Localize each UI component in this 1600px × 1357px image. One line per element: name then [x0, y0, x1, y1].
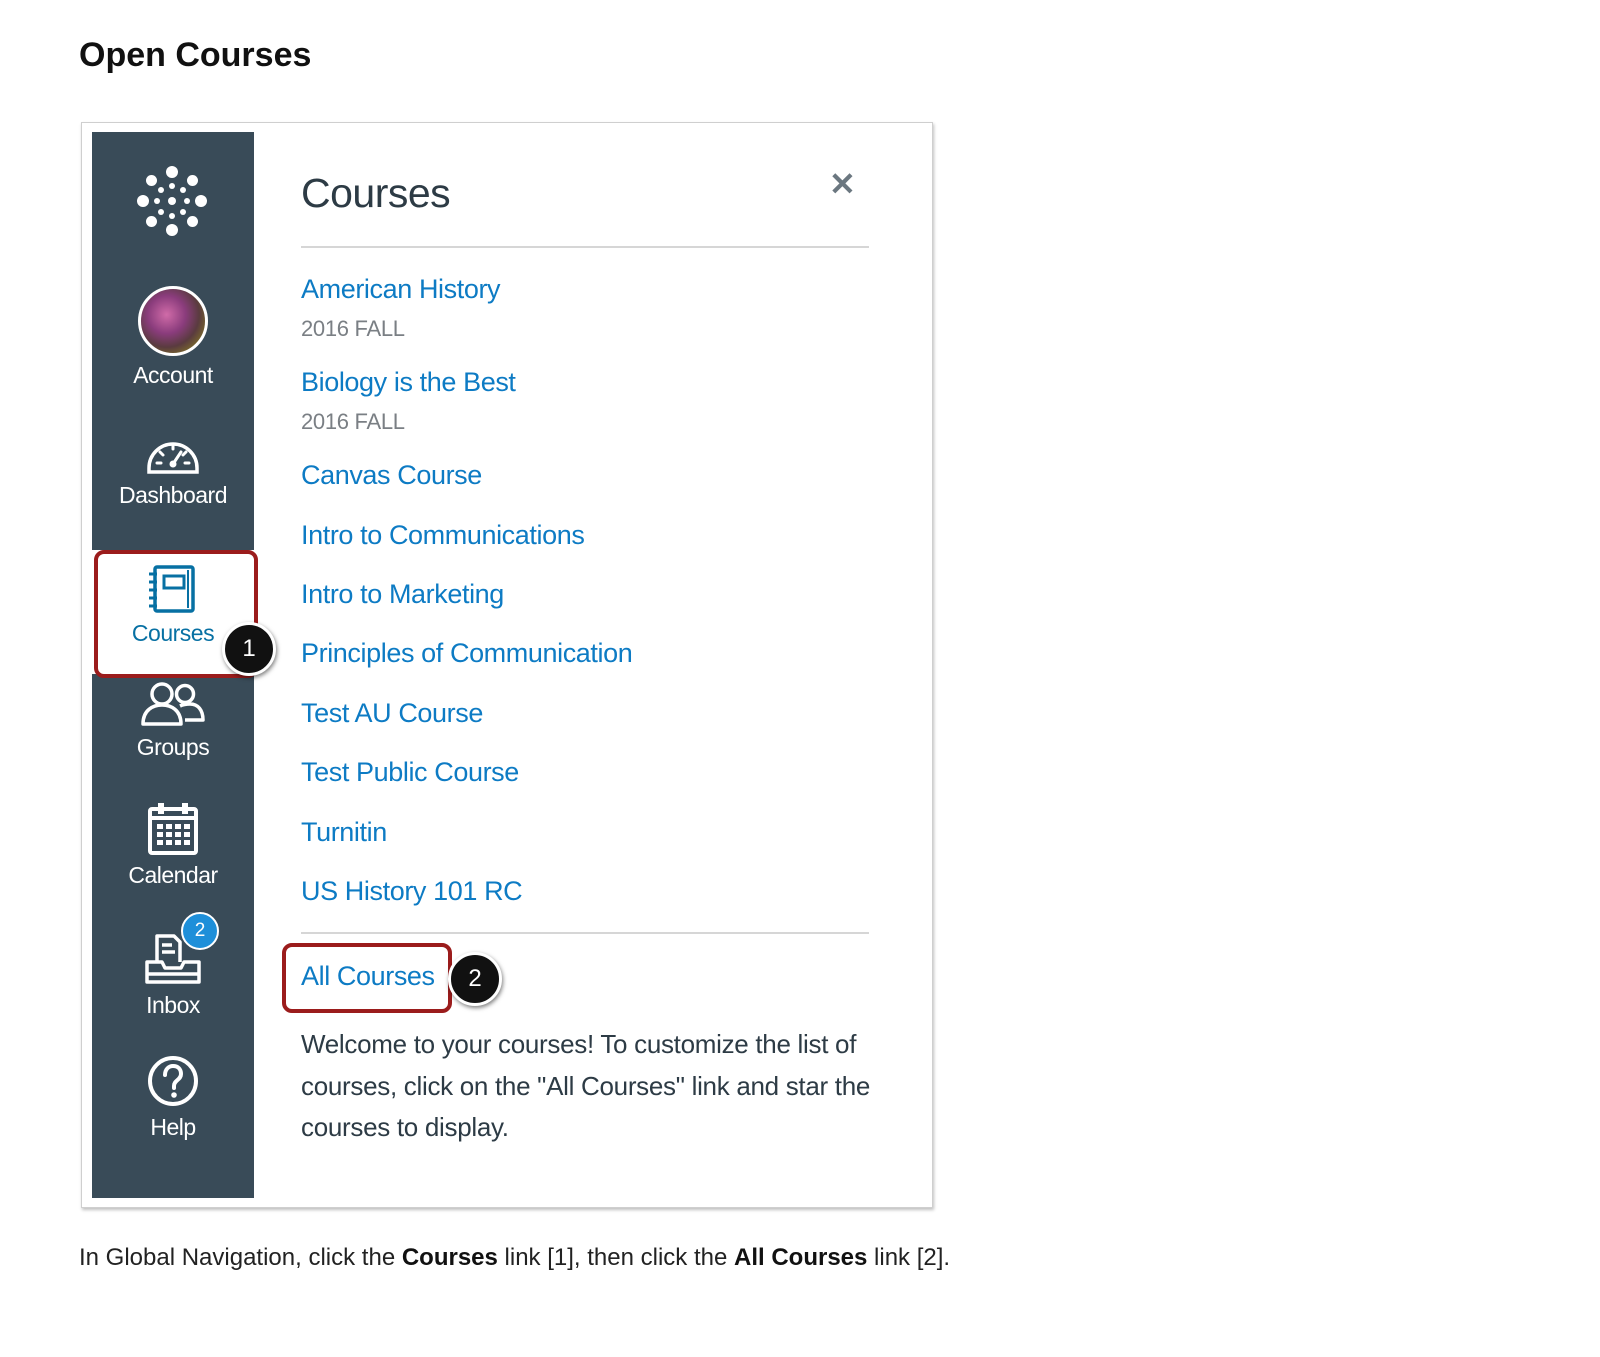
tray-divider: [301, 932, 869, 934]
course-link[interactable]: American History: [301, 274, 501, 305]
course-link[interactable]: Intro to Marketing: [301, 579, 504, 610]
nav-item-help[interactable]: Help: [92, 1054, 254, 1141]
nav-item-groups[interactable]: Groups: [92, 680, 254, 761]
tray-divider: [301, 246, 869, 248]
instruction-caption: In Global Navigation, click the Courses …: [79, 1244, 950, 1272]
course-link[interactable]: Turnitin: [301, 817, 387, 848]
course-link[interactable]: Biology is the Best: [301, 367, 516, 398]
nav-item-label: Groups: [136, 734, 210, 760]
course-term: 2016 FALL: [301, 316, 405, 341]
callout-2: 2: [448, 952, 502, 1006]
nav-item-dashboard[interactable]: Dashboard: [92, 430, 254, 509]
course-link[interactable]: Test AU Course: [301, 698, 483, 729]
canvas-logo-icon[interactable]: [137, 166, 207, 241]
caption-text: link [2].: [867, 1244, 951, 1271]
close-icon[interactable]: ✕: [829, 168, 856, 200]
tray-title: Courses: [301, 170, 451, 216]
nav-item-label: Inbox: [146, 992, 200, 1018]
all-courses-highlight-box: [282, 943, 452, 1013]
avatar: [138, 286, 208, 356]
course-link[interactable]: Test Public Course: [301, 757, 519, 788]
course-link[interactable]: Canvas Course: [301, 460, 482, 491]
nav-item-label: Dashboard: [118, 482, 228, 508]
help-icon: [148, 1056, 198, 1106]
caption-text: In Global Navigation, click the: [79, 1244, 402, 1271]
groups-icon: [141, 682, 205, 726]
course-link[interactable]: US History 101 RC: [301, 876, 523, 907]
caption-text: link [1], then click the: [497, 1244, 734, 1271]
caption-bold-courses: Courses: [401, 1244, 498, 1271]
nav-item-inbox[interactable]: Inbox: [92, 932, 254, 1019]
dashboard-icon: [147, 442, 199, 474]
callout-1: 1: [222, 622, 276, 676]
course-term: 2016 FALL: [301, 409, 405, 434]
nav-item-label: Account: [133, 362, 213, 388]
nav-item-calendar[interactable]: Calendar: [92, 802, 254, 889]
caption-bold-all-courses: All Courses: [733, 1244, 868, 1271]
course-link[interactable]: Intro to Communications: [301, 520, 585, 551]
calendar-icon: [148, 803, 198, 855]
nav-item-label: Calendar: [128, 862, 218, 888]
welcome-message: Welcome to your courses! To customize th…: [301, 1029, 871, 1142]
inbox-unread-badge: 2: [181, 912, 219, 950]
page-title: Open Courses: [79, 36, 312, 74]
nav-item-label: Help: [150, 1114, 196, 1140]
nav-item-account[interactable]: Account: [92, 286, 254, 389]
course-link[interactable]: Principles of Communication: [301, 638, 633, 669]
